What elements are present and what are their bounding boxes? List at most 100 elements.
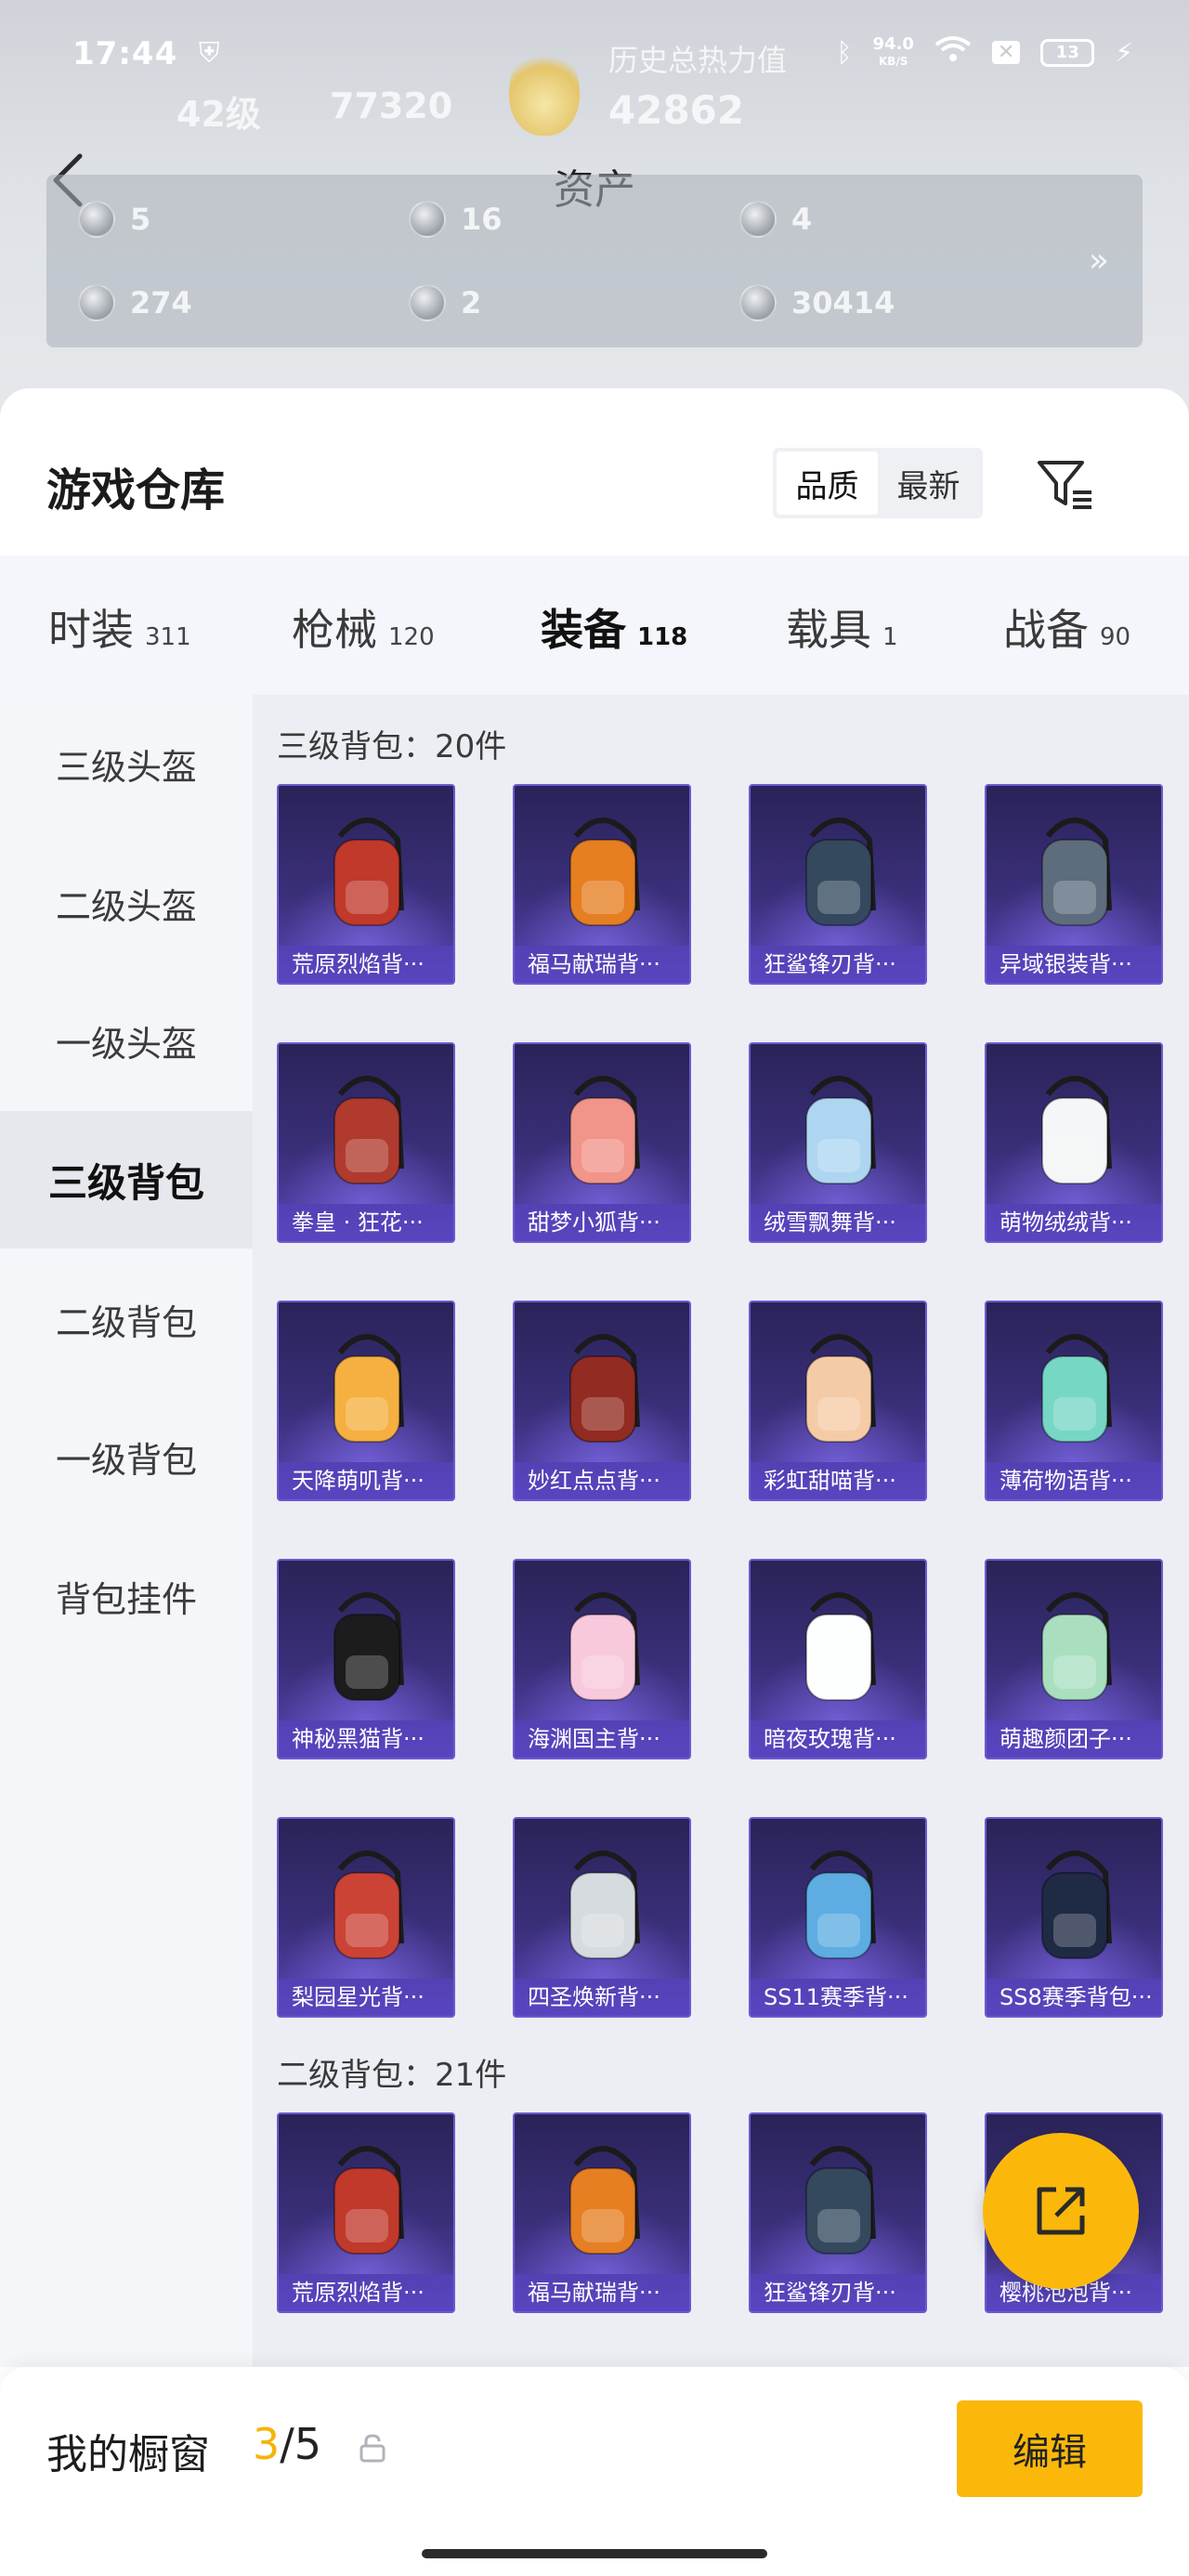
sort-toggle: 品质 最新: [773, 448, 983, 518]
item-name: 福马献瑞背···: [515, 946, 689, 983]
backpack-item-card[interactable]: 薄荷物语背···: [985, 1301, 1163, 1501]
backpack-item-card[interactable]: 神秘黑猫背···: [277, 1559, 455, 1759]
backpack-item-card[interactable]: 妙红点点背···: [513, 1301, 691, 1501]
status-icons: ᛒ 94.0 KB/S ✕ 13 ⚡: [837, 35, 1133, 70]
showcase-count: 3/5: [253, 2419, 322, 2469]
backpack-icon: [333, 1076, 404, 1184]
backpack-icon: [569, 1334, 640, 1443]
backpack-item-card[interactable]: 萌物绒绒背···: [985, 1042, 1163, 1243]
sort-newest-button[interactable]: 最新: [878, 451, 979, 515]
asset-item: 274: [78, 284, 192, 321]
tab-vehicles[interactable]: 载具 1: [786, 596, 898, 658]
tab-battle-gear[interactable]: 战备 90: [1003, 596, 1130, 658]
section-label: 二级背包：21件: [277, 2057, 507, 2094]
section-label: 三级背包：20件: [277, 728, 507, 765]
backpack-item-card[interactable]: 荒原烈焰背···: [277, 2112, 455, 2313]
tab-equipment[interactable]: 装备 118: [541, 596, 687, 658]
assets-more-icon[interactable]: »: [1089, 242, 1109, 280]
backpack-icon: [805, 1850, 876, 1959]
sidebar-item-lv1-backpack[interactable]: 一级背包: [0, 1388, 253, 1525]
charging-icon: ⚡: [1115, 37, 1133, 68]
backpack-item-card[interactable]: 福马献瑞背···: [513, 784, 691, 985]
backpack-item-card[interactable]: 甜梦小狐背···: [513, 1042, 691, 1243]
status-time: 17:44: [72, 35, 178, 72]
backpack-item-card[interactable]: 异域银装背···: [985, 784, 1163, 985]
battery-icon: 13: [1040, 38, 1095, 67]
backpack-icon: [333, 817, 404, 926]
sidebar-item-lv1-helmet[interactable]: 一级头盔: [0, 972, 253, 1109]
backpack-item-card[interactable]: 梨园星光背···: [277, 1817, 455, 2018]
asset-panel[interactable]: 5 16 4 274 2 30414 »: [46, 175, 1143, 347]
backpack-icon: [1041, 1850, 1112, 1959]
category-tabs: 时装 311 枪械 120 装备 118 载具 1 战备 90: [0, 556, 1189, 695]
home-indicator[interactable]: [422, 2549, 767, 2558]
bronze-coin-icon: [739, 284, 777, 321]
item-name: SS8赛季背包···: [986, 1979, 1161, 2016]
wifi-icon: [934, 35, 972, 70]
item-name: 福马献瑞背···: [515, 2274, 689, 2311]
edit-button[interactable]: 编辑: [957, 2400, 1143, 2497]
item-name: 荒原烈焰背···: [279, 946, 453, 983]
asset-item: 30414: [739, 284, 895, 321]
showcase-label: 我的橱窗: [46, 2431, 210, 2478]
sidebar-item-lv3-helmet[interactable]: 三级头盔: [0, 695, 253, 832]
item-name: 神秘黑猫背···: [279, 1720, 453, 1758]
sidebar-item-lv2-helmet[interactable]: 二级头盔: [0, 834, 253, 972]
backpack-icon: [333, 1334, 404, 1443]
asset-item: 4: [739, 201, 812, 238]
tab-fashion[interactable]: 时装 311: [48, 596, 191, 658]
share-button[interactable]: [983, 2133, 1139, 2289]
item-name: 萌物绒绒背···: [986, 1204, 1161, 1241]
asset-item: 2: [409, 284, 481, 321]
item-name: 四圣焕新背···: [515, 1979, 689, 2016]
backpack-item-card[interactable]: 海渊国主背···: [513, 1559, 691, 1759]
sidebar-item-lv3-backpack[interactable]: 三级背包: [0, 1111, 253, 1249]
backpack-icon: [569, 1592, 640, 1701]
item-name: 狂鲨锋刃背···: [751, 946, 925, 983]
ticket-icon: [78, 201, 115, 238]
backpack-icon: [805, 1334, 876, 1443]
tab-firearms[interactable]: 枪械 120: [292, 596, 435, 658]
backpack-item-card[interactable]: 狂鲨锋刃背···: [749, 784, 927, 985]
item-name: 荒原烈焰背···: [279, 2274, 453, 2311]
backpack-item-card[interactable]: 天降萌叽背···: [277, 1301, 455, 1501]
backpack-icon: [333, 1592, 404, 1701]
backpack-item-card[interactable]: SS8赛季背包···: [985, 1817, 1163, 2018]
backpack-item-card[interactable]: 彩虹甜喵背···: [749, 1301, 927, 1501]
sidebar-item-lv2-backpack[interactable]: 二级背包: [0, 1250, 253, 1388]
gold-badge-icon: [739, 201, 777, 238]
backpack-item-card[interactable]: 暗夜玫瑰背···: [749, 1559, 927, 1759]
backpack-icon: [805, 817, 876, 926]
backpack-item-card[interactable]: SS11赛季背···: [749, 1817, 927, 2018]
item-name: 海渊国主背···: [515, 1720, 689, 1758]
backpack-item-card[interactable]: 福马献瑞背···: [513, 2112, 691, 2313]
backpack-item-card[interactable]: 萌趣颜团子···: [985, 1559, 1163, 1759]
item-name: 彩虹甜喵背···: [751, 1462, 925, 1499]
share-external-icon: [1037, 2187, 1085, 2235]
showcase-bar: 我的橱窗 3/5 编辑: [0, 2367, 1189, 2576]
item-name: 异域银装背···: [986, 946, 1161, 983]
lock-icon: [359, 2434, 385, 2463]
backpack-icon: [1041, 1592, 1112, 1701]
card-icon: [78, 284, 115, 321]
backpack-item-card[interactable]: 荒原烈焰背···: [277, 784, 455, 985]
backpack-item-card[interactable]: 狂鲨锋刃背···: [749, 2112, 927, 2313]
item-grid: 三级背包：20件 二级背包：21件 荒原烈焰背··· 福马献瑞背··· 狂鲨锋刃背·…: [253, 695, 1189, 2367]
sidebar-item-backpack-charm[interactable]: 背包挂件: [0, 1527, 253, 1665]
backpack-item-card[interactable]: 拳皇 · 狂花···: [277, 1042, 455, 1243]
filter-button[interactable]: [1033, 455, 1098, 515]
backpack-icon: [333, 2146, 404, 2255]
asset-item: 16: [409, 201, 503, 238]
asset-item: 5: [78, 201, 150, 238]
backpack-item-card[interactable]: 绒雪飘舞背···: [749, 1042, 927, 1243]
backpack-icon: [569, 1850, 640, 1959]
backpack-item-card[interactable]: 四圣焕新背···: [513, 1817, 691, 2018]
status-bar: 17:44 ⛨ ᛒ 94.0 KB/S ✕ 13 ⚡: [0, 28, 1189, 80]
item-name: 拳皇 · 狂花···: [279, 1204, 453, 1241]
item-name: 妙红点点背···: [515, 1462, 689, 1499]
item-name: 天降萌叽背···: [279, 1462, 453, 1499]
backpack-icon: [805, 2146, 876, 2255]
net-speed: 94.0 KB/S: [872, 33, 914, 68]
sort-quality-button[interactable]: 品质: [777, 451, 878, 515]
warehouse-title: 游戏仓库: [46, 464, 226, 517]
